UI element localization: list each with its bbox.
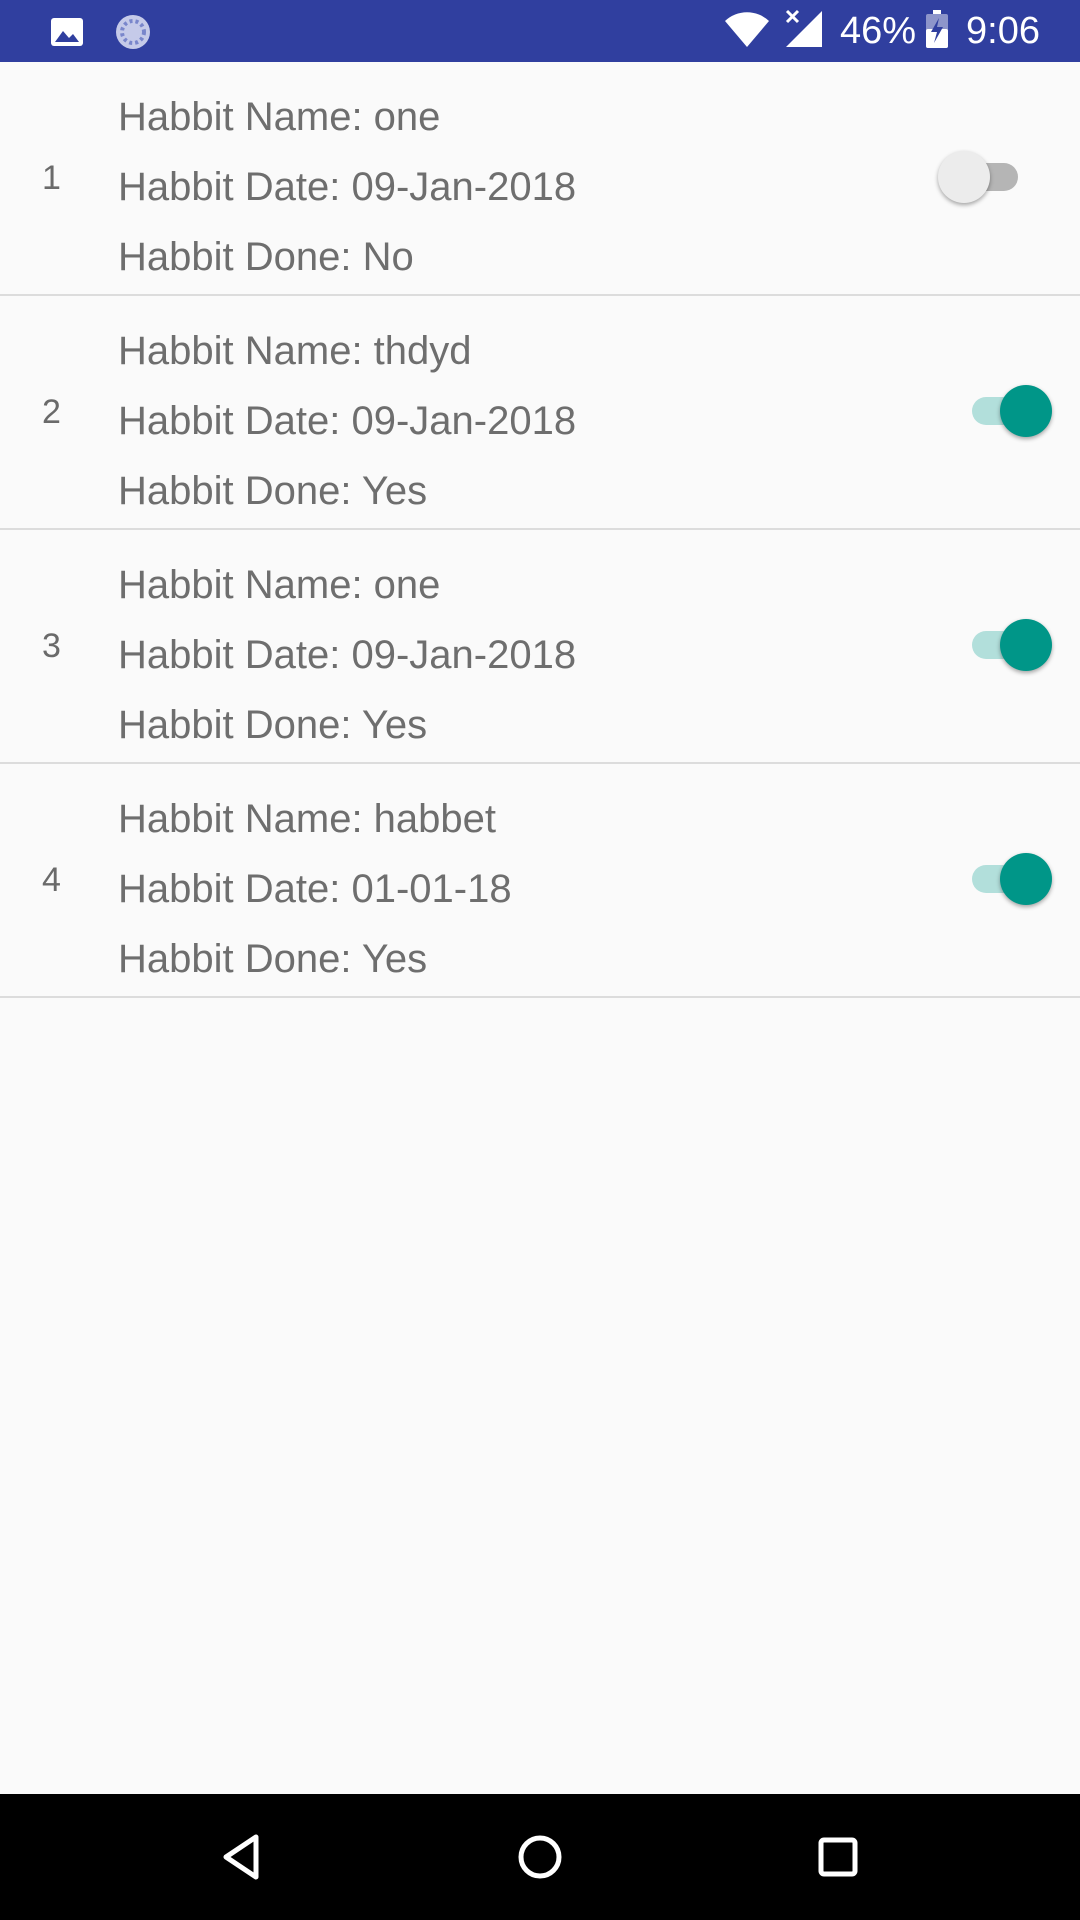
battery-percent: 46% (839, 9, 917, 52)
cellular-no-signal-icon (784, 9, 824, 54)
habit-row[interactable]: 2 Habbit Name: thdyd Habbit Date: 09-Jan… (0, 296, 1080, 530)
switch-thumb (1000, 853, 1052, 905)
habit-row[interactable]: 1 Habbit Name: one Habbit Date: 09-Jan-2… (0, 62, 1080, 296)
recents-button[interactable] (808, 1827, 868, 1887)
wifi-icon (724, 10, 770, 53)
habit-name: Habbit Name: one (118, 95, 441, 139)
habit-index: 2 (42, 393, 61, 431)
home-button[interactable] (510, 1827, 570, 1887)
habit-index: 1 (42, 159, 61, 197)
habit-date: Habbit Date: 01-01-18 (118, 867, 512, 911)
status-bar: 46% 9:06 (0, 0, 1080, 62)
back-button[interactable] (212, 1827, 272, 1887)
switch-thumb (1000, 385, 1052, 437)
habit-done-switch[interactable] (934, 147, 1034, 207)
habit-row[interactable]: 4 Habbit Name: habbet Habbit Date: 01-01… (0, 764, 1080, 998)
habit-done-switch[interactable] (956, 849, 1056, 909)
habit-index: 4 (42, 861, 61, 899)
habit-name: Habbit Name: habbet (118, 797, 497, 841)
gallery-notification-icon (50, 15, 84, 54)
habit-done-status: Habbit Done: Yes (118, 703, 428, 747)
habit-list: 1 Habbit Name: one Habbit Date: 09-Jan-2… (0, 62, 1080, 998)
habit-date: Habbit Date: 09-Jan-2018 (118, 633, 577, 677)
sync-notification-icon (114, 13, 152, 56)
habit-name: Habbit Name: thdyd (118, 329, 472, 373)
habit-date: Habbit Date: 09-Jan-2018 (118, 399, 577, 443)
habit-details: Habbit Name: one Habbit Date: 09-Jan-201… (118, 82, 576, 292)
switch-thumb (938, 151, 990, 203)
habit-done-status: Habbit Done: No (118, 235, 414, 279)
habit-name: Habbit Name: one (118, 563, 441, 607)
habit-details: Habbit Name: habbet Habbit Date: 01-01-1… (118, 784, 512, 994)
home-icon (510, 1827, 570, 1892)
back-icon (212, 1827, 272, 1892)
habit-details: Habbit Name: one Habbit Date: 09-Jan-201… (118, 550, 576, 760)
habit-date: Habbit Date: 09-Jan-2018 (118, 165, 577, 209)
navigation-bar (0, 1794, 1080, 1920)
clock: 9:06 (966, 9, 1040, 52)
habit-done-switch[interactable] (956, 381, 1056, 441)
notification-icons (50, 13, 152, 56)
habit-done-status: Habbit Done: Yes (118, 937, 428, 981)
habit-done-switch[interactable] (956, 615, 1056, 675)
habit-done-status: Habbit Done: Yes (118, 469, 428, 513)
habit-details: Habbit Name: thdyd Habbit Date: 09-Jan-2… (118, 316, 576, 526)
switch-thumb (1000, 619, 1052, 671)
recents-icon (808, 1827, 868, 1892)
battery-charging-icon (926, 9, 949, 53)
habit-index: 3 (42, 627, 61, 665)
system-status: 46% 9:06 (724, 0, 1040, 62)
habit-row[interactable]: 3 Habbit Name: one Habbit Date: 09-Jan-2… (0, 530, 1080, 764)
